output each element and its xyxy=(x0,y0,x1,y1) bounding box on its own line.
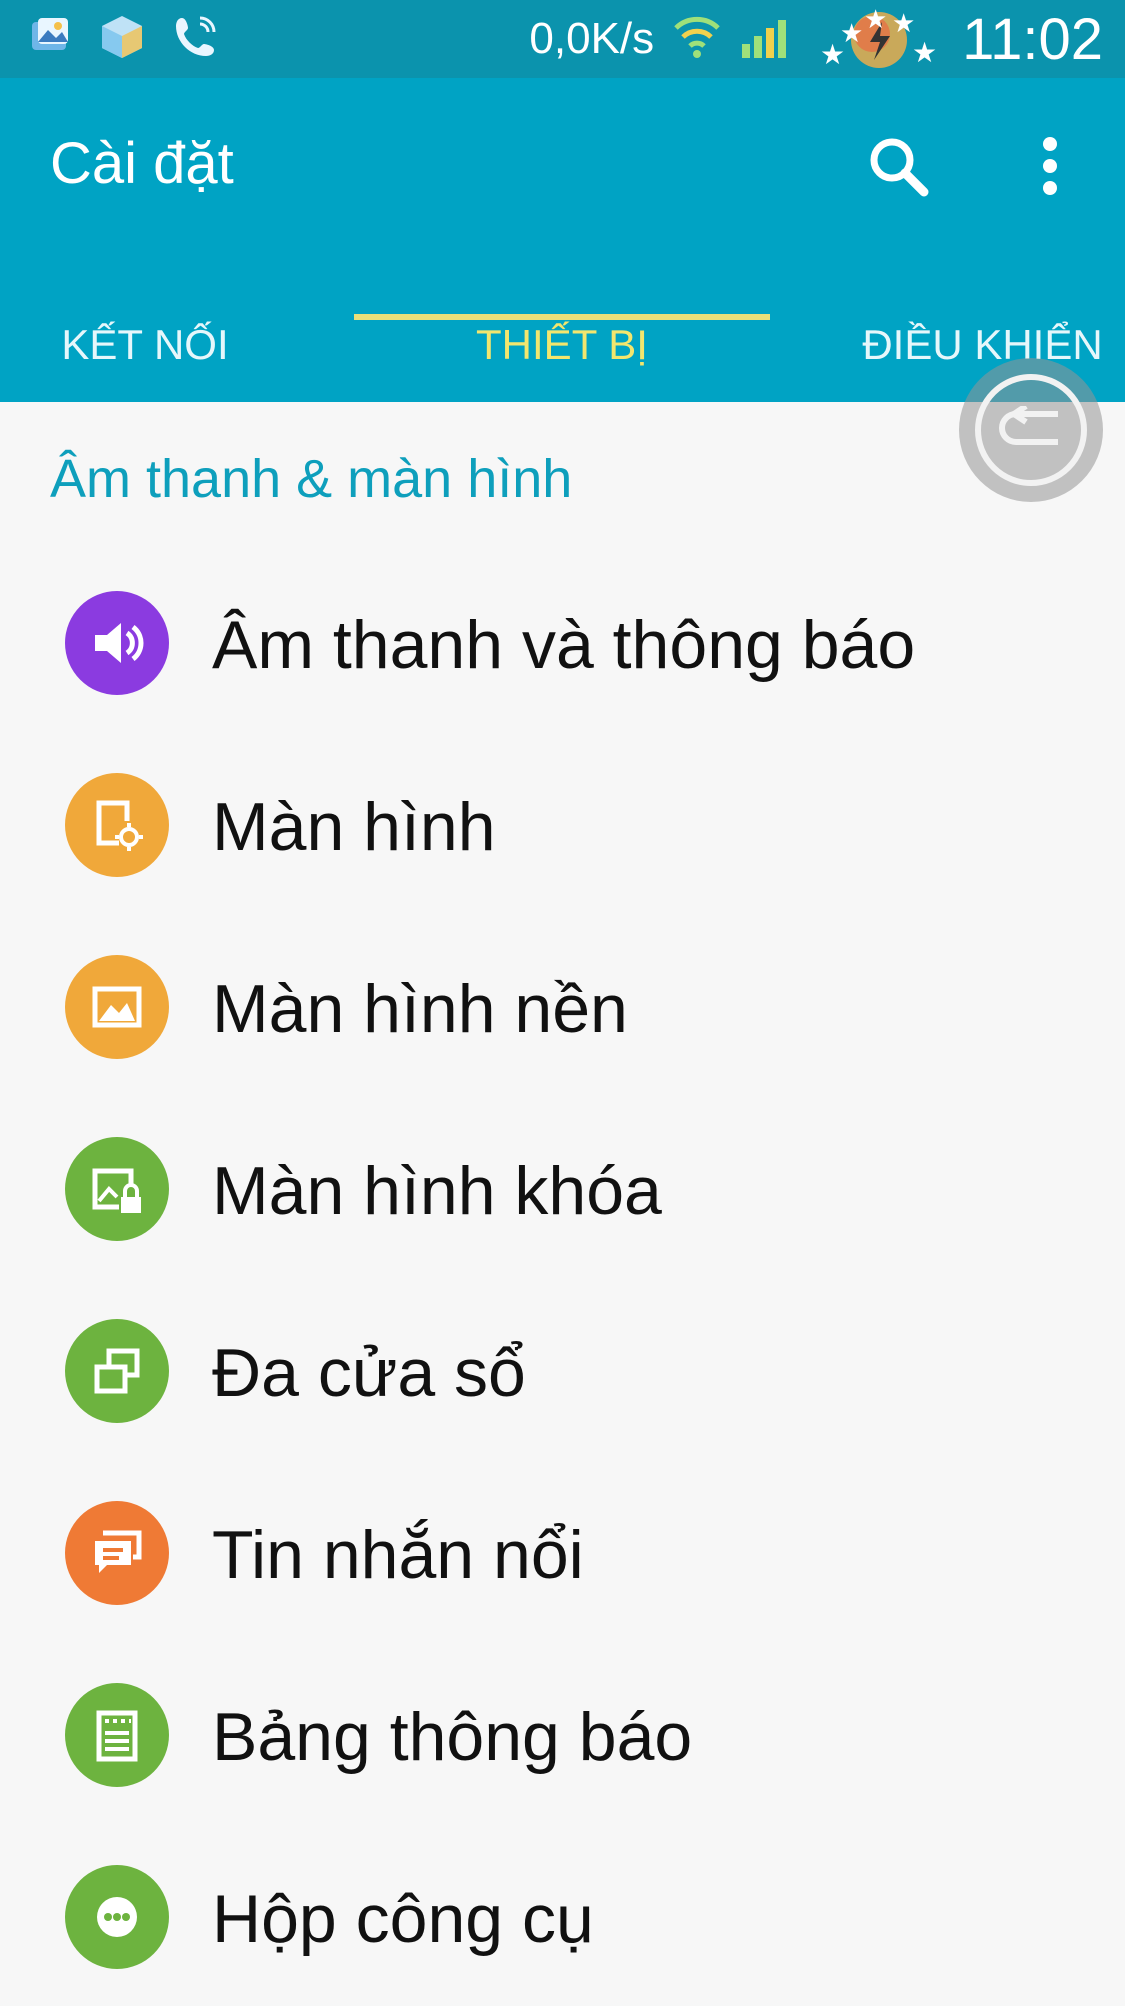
status-bar-left xyxy=(28,12,220,65)
signal-icon xyxy=(740,14,796,65)
notification-panel-icon xyxy=(65,1683,169,1787)
active-tab-indicator xyxy=(354,314,770,320)
toolbox-icon xyxy=(65,1865,169,1969)
display-settings-icon xyxy=(65,773,169,877)
multi-window-icon xyxy=(65,1319,169,1423)
tab-bar: KẾT NỐI THIẾT BỊ ĐIỀU KHIỂN xyxy=(0,288,1125,402)
floating-back-button[interactable] xyxy=(959,358,1103,502)
gallery-icon xyxy=(28,14,72,63)
tab-device[interactable]: THIẾT BỊ xyxy=(354,288,770,402)
list-item-lock-screen[interactable]: Màn hình khóa xyxy=(0,1096,1125,1278)
battery-charging-icon: ★ ★ ★ ★ ★ xyxy=(814,2,944,77)
list-item-wallpaper[interactable]: Màn hình nền xyxy=(0,914,1125,1096)
wallpaper-icon xyxy=(65,955,169,1059)
page-title: Cài đặt xyxy=(50,131,234,196)
search-button[interactable] xyxy=(858,128,938,208)
phone-call-icon xyxy=(172,12,220,65)
svg-text:★: ★ xyxy=(912,37,937,68)
list-item-sound-notifications[interactable]: Âm thanh và thông báo xyxy=(0,550,1125,732)
list-item-label: Màn hình xyxy=(212,789,496,865)
search-icon xyxy=(866,134,930,203)
tab-connections[interactable]: KẾT NỐI xyxy=(0,288,290,402)
list-item-toolbox[interactable]: Hộp công cụ xyxy=(0,1824,1125,2006)
svg-text:★: ★ xyxy=(892,8,915,38)
more-options-button[interactable] xyxy=(1010,128,1090,208)
list-item-label: Tin nhắn nổi xyxy=(212,1517,584,1593)
svg-text:★: ★ xyxy=(864,4,887,34)
svg-text:★: ★ xyxy=(840,18,863,48)
list-item-multi-window[interactable]: Đa cửa sổ xyxy=(0,1278,1125,1460)
list-item-label: Hộp công cụ xyxy=(212,1881,594,1957)
back-arrow-icon xyxy=(996,403,1066,455)
status-bar-right: 0,0K/s ★ ★ ★ ★ ★ 11:02 xyxy=(529,4,1103,72)
more-vert-icon xyxy=(1040,136,1060,201)
back-ring xyxy=(975,374,1087,486)
floating-message-icon xyxy=(65,1501,169,1605)
list-item-display[interactable]: Màn hình xyxy=(0,732,1125,914)
network-speed: 0,0K/s xyxy=(529,14,655,63)
list-item-label: Đa cửa sổ xyxy=(212,1335,526,1411)
box-icon xyxy=(98,12,146,65)
list-item-notification-panel[interactable]: Bảng thông báo xyxy=(0,1642,1125,1824)
list-item-label: Màn hình nền xyxy=(212,971,628,1047)
section-header: Âm thanh & màn hình xyxy=(50,449,573,509)
clock: 11:02 xyxy=(962,6,1103,72)
volume-icon xyxy=(65,591,169,695)
list-item-label: Bảng thông báo xyxy=(212,1699,693,1775)
status-bar: 0,0K/s ★ ★ ★ ★ ★ 11:02 xyxy=(0,0,1125,78)
app-bar: Cài đặt KẾT NỐI THIẾT BỊ ĐIỀU KHIỂN xyxy=(0,78,1125,402)
list-item-floating-message[interactable]: Tin nhắn nổi xyxy=(0,1460,1125,1642)
lock-screen-icon xyxy=(65,1137,169,1241)
wifi-icon xyxy=(672,14,722,65)
list-item-label: Âm thanh và thông báo xyxy=(212,607,916,683)
list-item-label: Màn hình khóa xyxy=(212,1153,662,1229)
